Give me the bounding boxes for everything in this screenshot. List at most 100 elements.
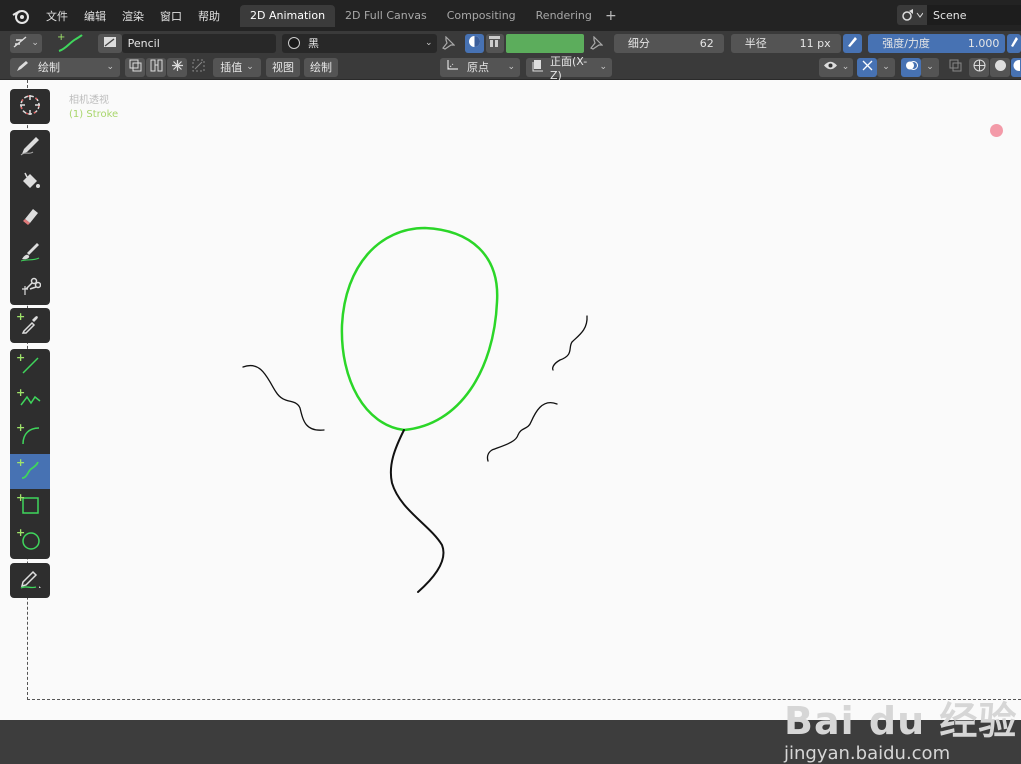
symmetry-button[interactable] xyxy=(167,57,187,77)
annotate-tool-group xyxy=(10,563,50,598)
strength-label: 强度/力度 xyxy=(882,37,930,50)
pin-material-icon[interactable] xyxy=(440,34,458,53)
tab-2d-full-canvas[interactable]: 2D Full Canvas xyxy=(335,5,437,27)
vertex-color-icon xyxy=(488,35,501,51)
draw-menu-button[interactable]: 绘制 xyxy=(304,57,338,77)
strength-value: 1.000 xyxy=(967,36,1000,50)
cutter-tool[interactable] xyxy=(10,270,50,305)
eraser-icon xyxy=(19,205,41,230)
material-selector[interactable]: 黑 ⌄ xyxy=(282,33,437,53)
plane-icon xyxy=(531,59,545,75)
shading-solid-button[interactable] xyxy=(990,57,1010,77)
watermark-url: jingyan.baidu.com xyxy=(784,743,951,764)
cursor-icon xyxy=(18,93,42,120)
drawing-plane-dropdown[interactable]: 正面(X-Z) ⌄ xyxy=(526,55,612,82)
fill-tool[interactable] xyxy=(10,165,50,200)
material-sphere-icon xyxy=(1012,59,1021,75)
stroke-placement-field: 原点 xyxy=(445,59,489,75)
shading-material-button[interactable] xyxy=(1011,57,1021,77)
material-mode-icon xyxy=(468,35,481,51)
multiframe-button[interactable] xyxy=(125,57,145,77)
menu-file[interactable]: 文件 xyxy=(38,8,76,24)
chevron-down-icon: ⌄ xyxy=(599,62,607,72)
view-menu-button[interactable]: 视图 xyxy=(266,57,300,77)
subdivide-value: 62 xyxy=(699,36,714,50)
menu-window[interactable]: 窗口 xyxy=(152,8,190,24)
gizmo-dropdown[interactable]: ⌄ xyxy=(877,57,895,77)
eye-icon xyxy=(823,60,838,74)
strength-slider[interactable]: 强度/力度 1.000 xyxy=(868,33,1006,53)
tool-header: ⌄ + Pencil 黑 ⌄ 细分 62 半径 11 px 强度/力度 1.00… xyxy=(0,31,1021,55)
radius-label: 半径 xyxy=(744,37,767,50)
pencil-icon xyxy=(19,135,41,160)
tab-2d-animation[interactable]: 2D Animation xyxy=(240,4,336,27)
subdivide-slider[interactable]: 细分 62 xyxy=(613,33,724,53)
overlays-dropdown[interactable]: ⌄ xyxy=(921,57,939,77)
strength-pressure-button[interactable] xyxy=(1007,33,1021,53)
auto-merge-button[interactable] xyxy=(146,57,166,77)
viewport[interactable]: 相机透视 (1) Stroke + + + + + + + Bai du 经验 … xyxy=(0,80,1021,764)
curve-tool[interactable]: + xyxy=(10,454,50,489)
eyedropper-tool[interactable]: + xyxy=(10,308,50,343)
solid-sphere-icon xyxy=(994,59,1007,75)
tab-compositing[interactable]: Compositing xyxy=(437,5,526,27)
material-field: 黑 xyxy=(288,35,319,51)
svg-text:+: + xyxy=(57,32,65,43)
tab-rendering[interactable]: Rendering xyxy=(526,5,602,27)
draw-tool[interactable] xyxy=(10,130,50,165)
chevron-down-icon: ⌄ xyxy=(31,38,39,48)
gizmo-button[interactable] xyxy=(857,57,877,77)
vertex-color-swatch[interactable] xyxy=(506,33,585,53)
material-name: 黑 xyxy=(308,37,320,50)
line-tool[interactable]: + xyxy=(10,349,50,384)
gizmo-icon xyxy=(861,59,874,75)
brush-preview-icon[interactable]: + xyxy=(56,32,86,54)
radius-slider[interactable]: 半径 11 px xyxy=(730,33,841,53)
blender-logo-icon[interactable] xyxy=(10,5,32,27)
box-tool[interactable]: + xyxy=(10,489,50,524)
color-mode-material-button[interactable] xyxy=(465,33,484,53)
pin-color-icon[interactable] xyxy=(587,34,605,53)
erase-tool[interactable] xyxy=(10,200,50,235)
chevron-down-icon: ⌄ xyxy=(424,38,433,48)
visibility-dropdown[interactable]: ⌄ xyxy=(819,57,853,77)
editor-type-button[interactable]: ⌄ xyxy=(10,33,43,53)
polyline-tool[interactable]: + xyxy=(10,384,50,419)
brush-browse-button[interactable] xyxy=(98,33,122,53)
annotate-tool[interactable] xyxy=(10,563,50,598)
interpolate-dropdown[interactable]: 插值 ⌄ xyxy=(213,57,261,77)
chevron-down-icon: ⌄ xyxy=(246,62,254,72)
paint-bucket-icon xyxy=(19,170,41,195)
orientation-label: 正面(X-Z) xyxy=(550,54,588,82)
cursor-tool[interactable] xyxy=(10,89,50,124)
overlays-icon xyxy=(905,59,918,75)
material-swatch-icon xyxy=(288,37,301,49)
scene-name[interactable]: Scene xyxy=(927,5,1021,25)
menu-help[interactable]: 帮助 xyxy=(190,8,228,24)
shading-wireframe-button[interactable] xyxy=(969,57,989,77)
menu-edit[interactable]: 编辑 xyxy=(76,8,114,24)
stroke-placement-dropdown[interactable]: 原点 ⌄ xyxy=(440,57,520,77)
radius-pressure-button[interactable] xyxy=(842,33,863,53)
scene-icon[interactable] xyxy=(897,5,927,25)
drawing-canvas[interactable] xyxy=(0,80,1021,720)
right-lower-motion-line-stroke xyxy=(486,402,558,462)
tint-tool[interactable] xyxy=(10,235,50,270)
watermark-brand: Bai du 经验 xyxy=(784,699,1018,743)
xray-button[interactable] xyxy=(945,57,965,77)
color-mode-vertex-button[interactable] xyxy=(485,33,505,53)
arc-tool[interactable]: + xyxy=(10,419,50,454)
mode-label: 绘制 xyxy=(38,61,60,74)
annotate-pen-icon xyxy=(18,568,42,593)
guides-button[interactable] xyxy=(188,57,208,77)
mode-dropdown[interactable]: 绘制 ⌄ xyxy=(10,57,120,77)
brush-name-field[interactable]: Pencil xyxy=(121,33,277,53)
viewport-header: 绘制 ⌄ 插值 ⌄ 视图 绘制 原点 ⌄ 正面(X-Z) ⌄ ⌄ ⌄ ⌄ xyxy=(0,55,1021,82)
circle-tool[interactable]: + xyxy=(10,524,50,559)
draw-mode-icon xyxy=(16,60,30,75)
overlays-button[interactable] xyxy=(901,57,921,77)
add-workspace-button[interactable]: + xyxy=(602,5,620,27)
menu-render[interactable]: 渲染 xyxy=(114,8,152,24)
scene-selector[interactable]: Scene xyxy=(897,5,1021,25)
pen-pressure-icon xyxy=(846,35,859,51)
